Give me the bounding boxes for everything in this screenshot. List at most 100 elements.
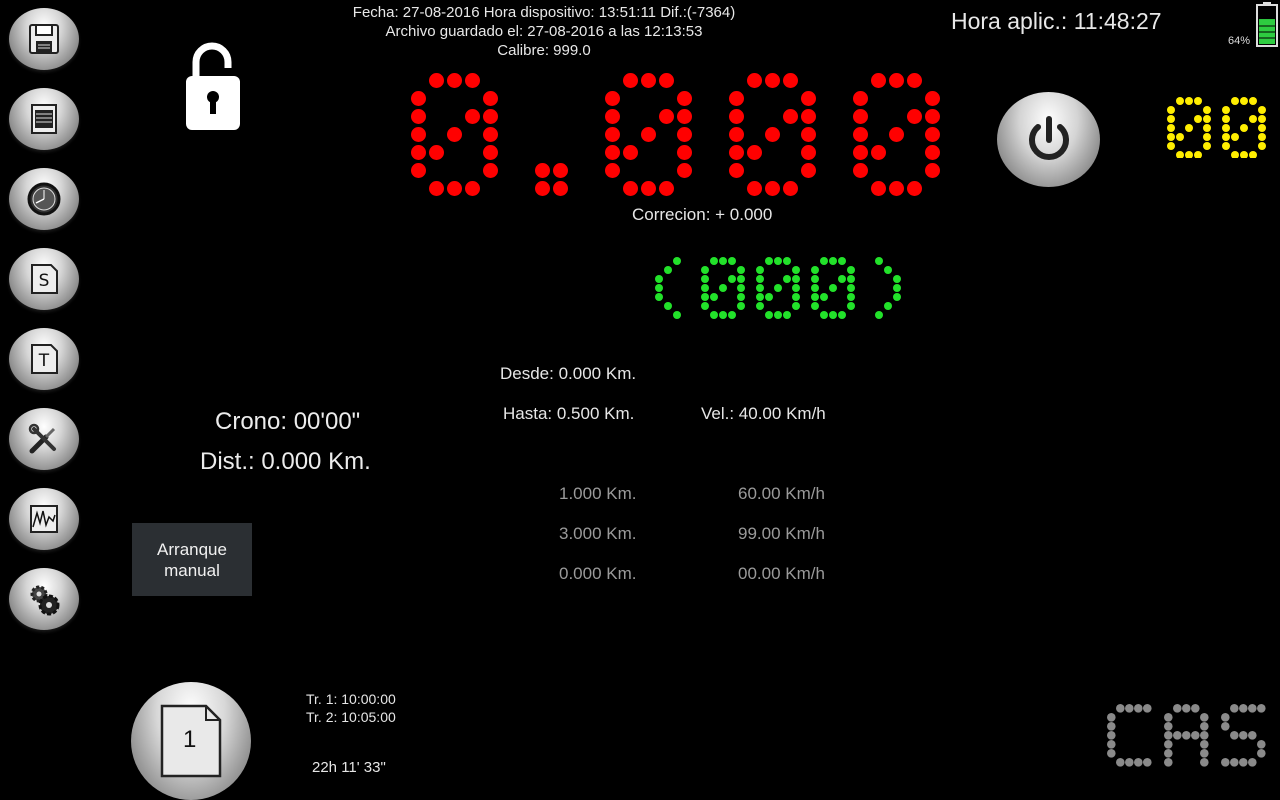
tramos-info: Tr. 1: 10:00:00 Tr. 2: 10:05:00 xyxy=(306,690,396,726)
main-display-dot xyxy=(483,163,498,178)
cas-logo-dot xyxy=(1164,749,1173,758)
secondary-display-dot xyxy=(701,266,709,274)
secondary-display-dot xyxy=(893,284,901,292)
main-display-dot xyxy=(925,91,940,106)
main-display-dot xyxy=(411,127,426,142)
secondary-display-dot xyxy=(838,311,846,319)
main-display-dot xyxy=(871,73,886,88)
secondary-display-dot xyxy=(737,293,745,301)
corner-display-dot xyxy=(1176,151,1184,158)
corner-display-dot xyxy=(1249,115,1257,123)
corner-display-dot xyxy=(1194,115,1202,123)
main-display-dot xyxy=(641,73,656,88)
main-display-dot xyxy=(729,127,744,142)
main-display-dot xyxy=(659,73,674,88)
main-display-dot xyxy=(889,127,904,142)
corner-display-dot xyxy=(1249,151,1257,158)
upcoming-km-1: 1.000 Km. xyxy=(559,484,637,503)
document-button[interactable] xyxy=(9,88,79,150)
main-display-dot xyxy=(411,109,426,124)
manual-start-button[interactable]: Arranque manual xyxy=(132,523,252,596)
upcoming-km-3: 0.000 Km. xyxy=(559,564,637,583)
cas-logo-dot xyxy=(1125,704,1134,713)
cas-logo-dot xyxy=(1200,731,1209,740)
secondary-display-dot xyxy=(811,293,819,301)
main-display-dot xyxy=(783,181,798,196)
svg-text:T: T xyxy=(38,351,50,371)
secondary-display-dot xyxy=(820,257,828,265)
cas-logo-dot xyxy=(1173,704,1182,713)
cas-logo-dot xyxy=(1134,704,1143,713)
header-info: Fecha: 27-08-2016 Hora dispositivo: 13:5… xyxy=(300,3,788,60)
settings-button[interactable] xyxy=(9,568,79,630)
cas-logo-dot xyxy=(1248,731,1257,740)
main-display-dot xyxy=(535,163,550,178)
corner-display-dot xyxy=(1203,115,1211,123)
secondary-display-dot xyxy=(847,293,855,301)
secondary-display-dot xyxy=(847,266,855,274)
correction-label: Correcion: + 0.000 xyxy=(632,205,773,224)
corner-display-dot xyxy=(1258,115,1266,123)
main-display-dot xyxy=(747,145,762,160)
save-button[interactable] xyxy=(9,8,79,70)
main-display-dot xyxy=(641,127,656,142)
secondary-display-dot xyxy=(673,257,681,265)
secondary-display-dot xyxy=(774,284,782,292)
corner-display-dot xyxy=(1258,133,1266,141)
t-file-button[interactable]: T xyxy=(9,328,79,390)
cas-logo-dot xyxy=(1182,704,1191,713)
page-button[interactable]: 1 xyxy=(131,682,251,800)
corner-display-dot xyxy=(1185,97,1193,105)
s-file-button[interactable]: S xyxy=(9,248,79,310)
power-icon xyxy=(1028,115,1069,160)
main-display-dot xyxy=(801,127,816,142)
cas-logo-dot xyxy=(1257,749,1266,758)
secondary-display-dot xyxy=(838,275,846,283)
header-caliber-line: Calibre: 999.0 xyxy=(497,42,591,59)
corner-display-dot xyxy=(1203,106,1211,114)
main-display-dot xyxy=(853,109,868,124)
lock-open-icon[interactable] xyxy=(184,40,242,132)
upcoming-km-2: 3.000 Km. xyxy=(559,524,637,543)
main-display-dot xyxy=(925,163,940,178)
header-saved-line: Archivo guardado el: 27-08-2016 a las 12… xyxy=(385,23,703,40)
main-display-dot xyxy=(747,73,762,88)
clock-icon xyxy=(27,182,61,216)
secondary-display-dot xyxy=(719,284,727,292)
main-display-dot xyxy=(605,91,620,106)
t-file-icon: T xyxy=(31,344,58,374)
cas-logo-dot xyxy=(1107,740,1116,749)
main-display-dot xyxy=(447,73,462,88)
secondary-display-dot xyxy=(756,302,764,310)
cas-logo-dot xyxy=(1164,740,1173,749)
main-display-dot xyxy=(483,91,498,106)
corner-display-dot xyxy=(1240,124,1248,132)
corner-display-dot xyxy=(1249,97,1257,105)
main-display-dot xyxy=(783,73,798,88)
power-button[interactable] xyxy=(997,92,1100,187)
secondary-display-dot xyxy=(737,275,745,283)
clock-button[interactable] xyxy=(9,168,79,230)
cas-logo-dot xyxy=(1239,704,1248,713)
main-display-dot xyxy=(641,181,656,196)
secondary-display-dot xyxy=(765,293,773,301)
secondary-display-dot xyxy=(737,302,745,310)
cas-logo-dot xyxy=(1200,749,1209,758)
secondary-display-dot xyxy=(765,257,773,265)
cas-logo-dot xyxy=(1143,758,1152,767)
cas-logo-dot xyxy=(1107,749,1116,758)
cas-logo-dot xyxy=(1125,758,1134,767)
main-display-dot xyxy=(677,145,692,160)
chart-button[interactable] xyxy=(9,488,79,550)
secondary-display-dot xyxy=(728,311,736,319)
secondary-display-dot xyxy=(875,257,883,265)
corner-display-dot xyxy=(1185,124,1193,132)
cas-logo-dot xyxy=(1221,722,1230,731)
cas-logo-dot xyxy=(1257,740,1266,749)
secondary-display-dot xyxy=(820,293,828,301)
cas-logo-dot xyxy=(1221,713,1230,722)
main-display-dot xyxy=(729,91,744,106)
main-display-dot xyxy=(925,109,940,124)
secondary-display-dot xyxy=(701,293,709,301)
tools-button[interactable] xyxy=(9,408,79,470)
